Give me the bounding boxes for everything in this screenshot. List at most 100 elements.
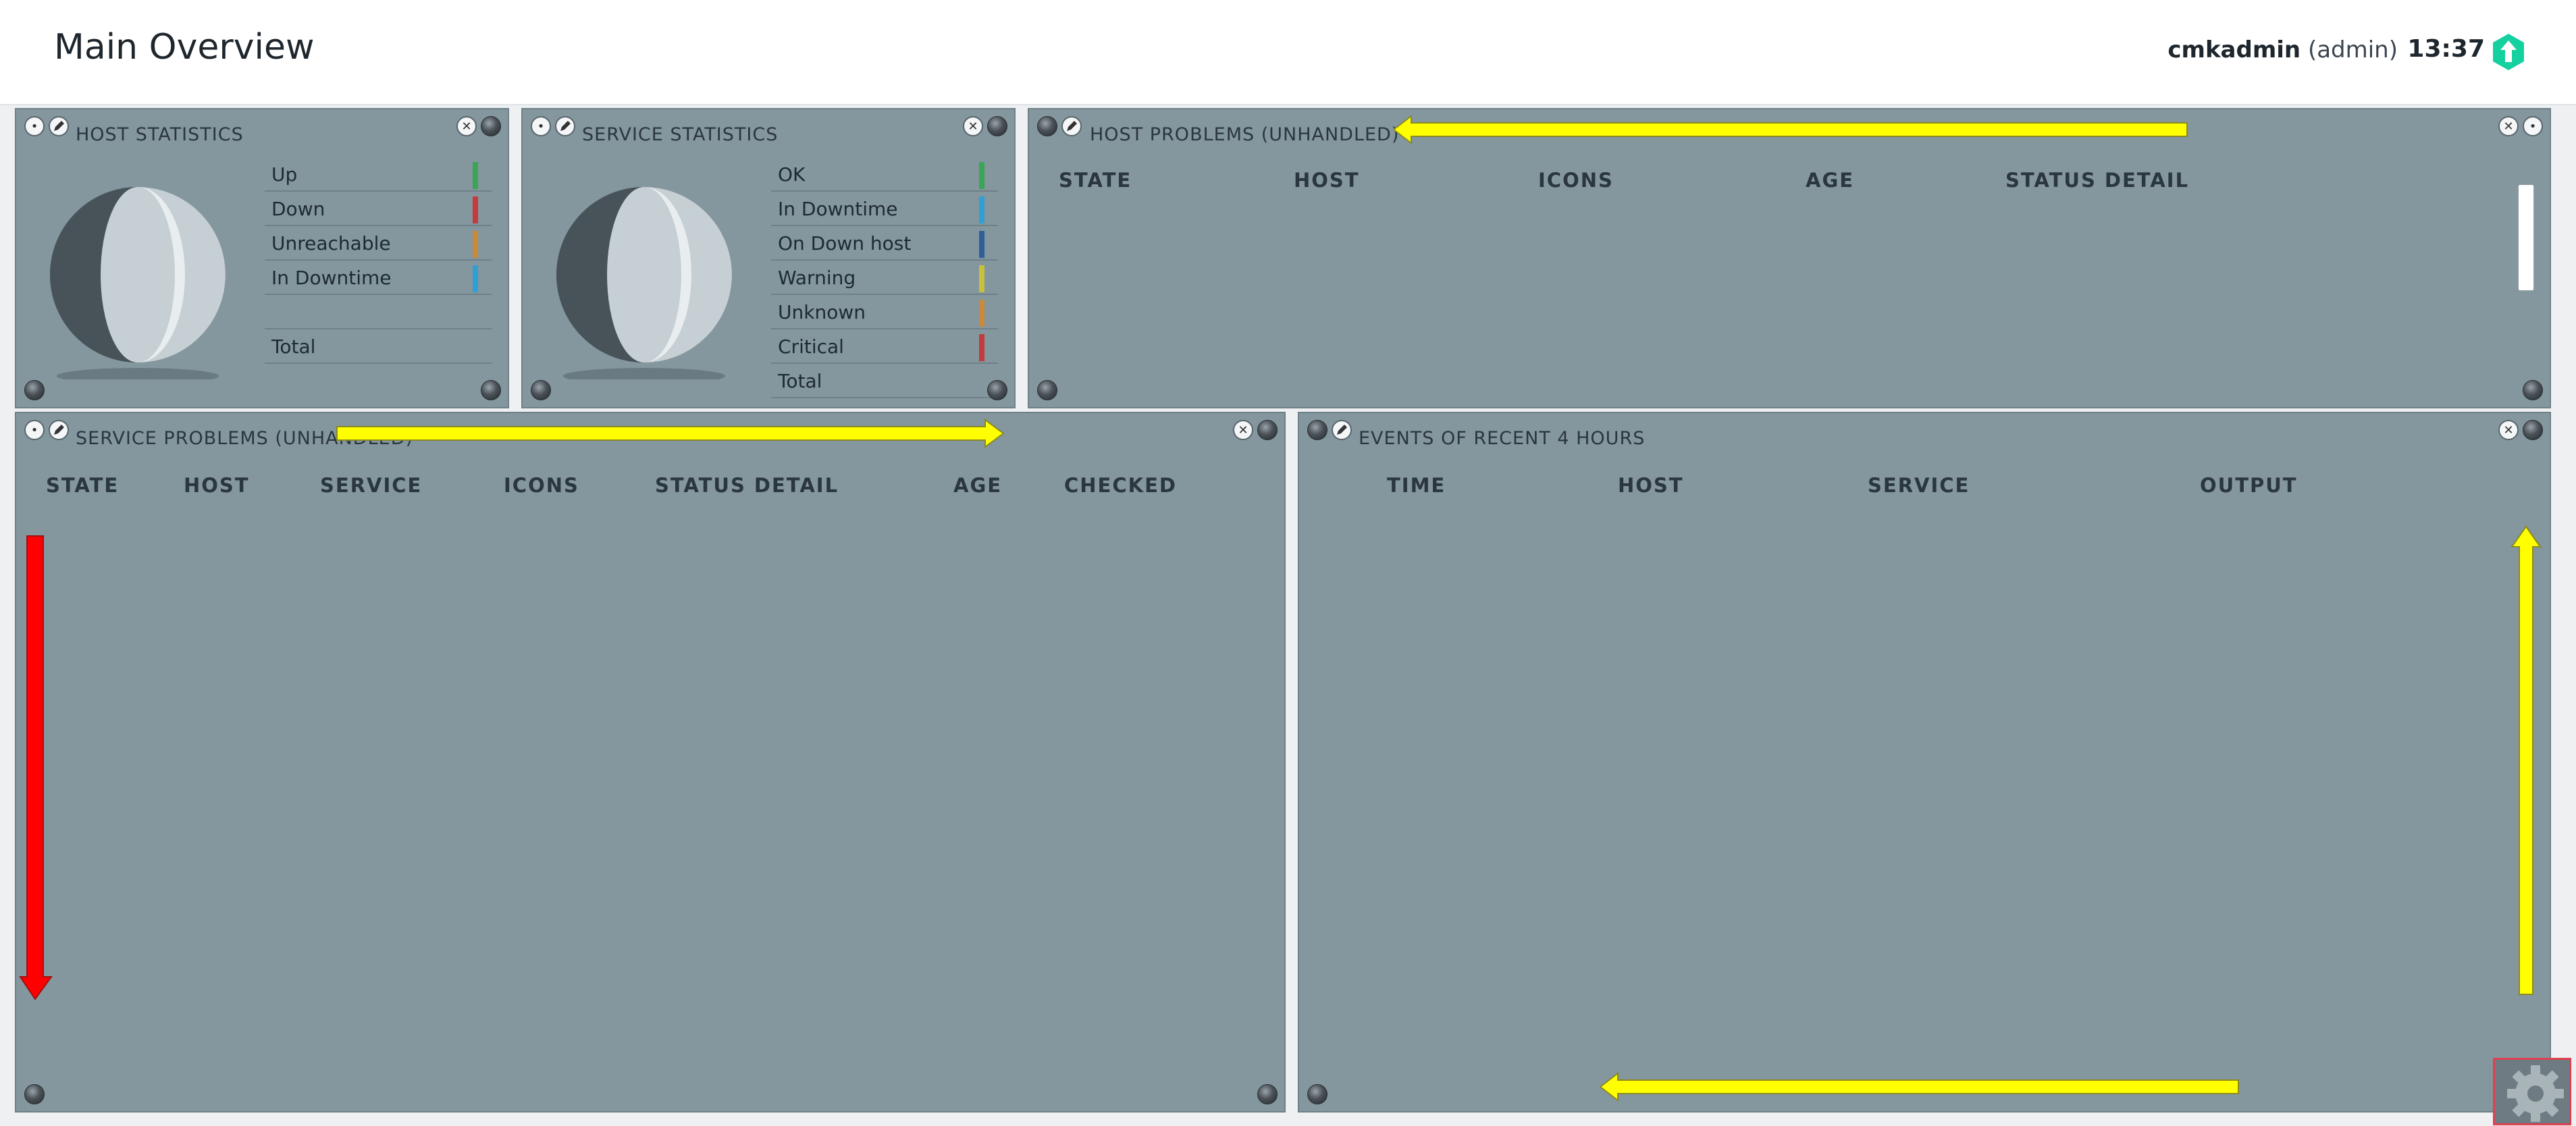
column-header-checked[interactable]: CHECKED	[1064, 474, 1177, 497]
column-header-status-detail[interactable]: STATUS DETAIL	[655, 474, 839, 497]
status-color-bar	[979, 162, 984, 189]
page-title: Main Overview	[54, 27, 315, 68]
close-button[interactable]: ✕	[1233, 420, 1253, 440]
resize-knob-icon[interactable]	[1037, 380, 1057, 400]
column-header-icons[interactable]: ICONS	[504, 474, 579, 497]
stat-row[interactable]: On Down host	[771, 227, 998, 261]
column-header-host[interactable]: HOST	[1294, 169, 1360, 192]
column-header-host[interactable]: HOST	[184, 474, 250, 497]
resize-knob-icon[interactable]	[24, 1084, 45, 1104]
stat-row[interactable]: Up	[265, 158, 492, 192]
stat-row[interactable]: Unknown	[771, 296, 998, 329]
resize-knob-icon[interactable]	[1037, 116, 1057, 136]
stat-label: In Downtime	[271, 267, 392, 289]
dashlet-menu-button[interactable]: •	[24, 420, 45, 440]
close-button[interactable]: ✕	[2498, 420, 2519, 440]
stat-label: Unreachable	[271, 232, 391, 254]
service-problems-dashlet: • SERVICE PROBLEMS (UNHANDLED) ✕ STATE H…	[15, 412, 1286, 1112]
column-header-icons[interactable]: ICONS	[1538, 169, 1614, 192]
edit-button[interactable]	[49, 420, 69, 440]
resize-knob-icon[interactable]	[24, 380, 45, 400]
dashlet-title: HOST PROBLEMS (UNHANDLED)	[1090, 124, 1400, 145]
yellow-arrow-up-icon	[2511, 525, 2542, 995]
column-header-service[interactable]: SERVICE	[1868, 474, 1970, 497]
stat-label: In Downtime	[778, 198, 898, 220]
status-color-bar	[979, 300, 984, 327]
resize-knob-icon[interactable]	[1257, 420, 1278, 440]
status-color-bar	[473, 162, 478, 189]
resize-knob-icon[interactable]	[481, 116, 501, 136]
stat-row[interactable]: Total	[265, 330, 492, 364]
status-color-bar	[979, 334, 984, 361]
stat-row[interactable]: OK	[771, 158, 998, 192]
globe-icon	[50, 187, 226, 379]
stat-label: Critical	[778, 336, 844, 358]
globe-icon	[556, 187, 732, 379]
edit-button[interactable]	[555, 116, 575, 136]
close-button[interactable]: ✕	[2498, 116, 2519, 136]
host-statistics-dashlet: • HOST STATISTICS ✕ Up Down Unreachable In …	[15, 108, 509, 408]
pencil-icon	[54, 121, 64, 131]
stat-row[interactable]: In Downtime	[265, 261, 492, 295]
column-header-age[interactable]: AGE	[953, 474, 1002, 497]
dashlet-menu-button[interactable]: •	[531, 116, 551, 136]
pencil-icon	[1067, 121, 1077, 131]
clock: 13:37	[2407, 35, 2485, 63]
gear-icon	[2495, 1060, 2569, 1123]
stat-row[interactable]: In Downtime	[771, 192, 998, 226]
column-header-status-detail[interactable]: STATUS DETAIL	[2005, 169, 2189, 192]
resize-knob-icon[interactable]	[531, 380, 551, 400]
stat-row[interactable]: Total	[771, 365, 998, 398]
dashlet-title: EVENTS OF RECENT 4 HOURS	[1359, 428, 1646, 449]
edit-button[interactable]	[1061, 116, 1082, 136]
column-header-output[interactable]: OUTPUT	[2200, 474, 2298, 497]
resize-knob-icon[interactable]	[1257, 1084, 1278, 1104]
resize-knob-icon[interactable]	[987, 116, 1007, 136]
host-problems-dashlet: HOST PROBLEMS (UNHANDLED) ✕ • STATE HOST…	[1028, 108, 2551, 408]
stat-row[interactable]: Down	[265, 192, 492, 226]
checkmk-logo-icon[interactable]	[2492, 32, 2525, 72]
stat-row[interactable]: Unreachable	[265, 227, 492, 261]
status-color-bar	[473, 265, 478, 292]
stat-row	[265, 296, 492, 329]
resize-knob-icon[interactable]	[2523, 420, 2543, 440]
column-header-state[interactable]: STATE	[1059, 169, 1132, 192]
stat-label: Total	[271, 336, 316, 358]
dashboard-settings-button[interactable]	[2493, 1058, 2571, 1125]
column-header-time[interactable]: TIME	[1387, 474, 1446, 497]
username: cmkadmin	[2167, 36, 2301, 63]
status-color-bar	[979, 196, 984, 223]
dashlet-menu-button[interactable]: •	[24, 116, 45, 136]
stat-row[interactable]: Warning	[771, 261, 998, 295]
service-statistics-dashlet: • SERVICE STATISTICS ✕ OK In Downtime On D…	[521, 108, 1016, 408]
page-header: Main Overview cmkadmin (admin) 13:37	[0, 0, 2576, 105]
resize-knob-icon[interactable]	[1307, 420, 1328, 440]
resize-knob-icon[interactable]	[481, 380, 501, 400]
resize-knob-icon[interactable]	[1307, 1084, 1328, 1104]
stat-row[interactable]: Critical	[771, 330, 998, 364]
edit-button[interactable]	[49, 116, 69, 136]
stat-label: Unknown	[778, 301, 866, 323]
stat-label: OK	[778, 163, 806, 186]
user-info[interactable]: cmkadmin (admin)	[2167, 36, 2398, 63]
column-header-host[interactable]: HOST	[1618, 474, 1684, 497]
dashlet-title: SERVICE STATISTICS	[582, 124, 779, 145]
dashlet-menu-button[interactable]: •	[2523, 116, 2543, 136]
edit-button[interactable]	[1332, 420, 1352, 440]
close-button[interactable]: ✕	[963, 116, 983, 136]
column-header-state[interactable]: STATE	[46, 474, 119, 497]
scrollbar[interactable]	[2517, 184, 2535, 292]
yellow-arrow-left-icon	[1600, 1072, 2239, 1102]
resize-knob-icon[interactable]	[987, 380, 1007, 400]
column-header-service[interactable]: SERVICE	[320, 474, 422, 497]
pencil-icon	[54, 425, 64, 435]
stat-label: Down	[271, 198, 325, 220]
resize-knob-icon[interactable]	[2523, 380, 2543, 400]
status-color-bar	[979, 231, 984, 258]
stat-label: Total	[778, 370, 822, 392]
column-header-age[interactable]: AGE	[1806, 169, 1854, 192]
status-color-bar	[473, 231, 478, 258]
red-arrow-down-icon	[19, 535, 53, 1000]
close-button[interactable]: ✕	[456, 116, 477, 136]
pencil-icon	[1337, 425, 1347, 435]
